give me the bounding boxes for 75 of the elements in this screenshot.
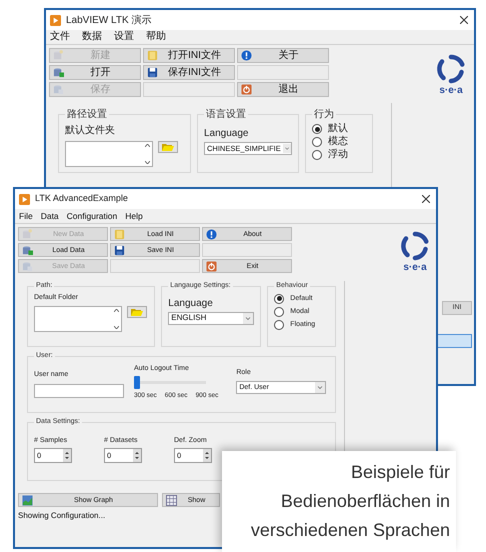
toolbar-button[interactable]: 打开INI文件 (143, 48, 235, 63)
database-icon (53, 67, 64, 78)
spinner-arrows-icon[interactable] (203, 449, 211, 462)
chart-icon (22, 494, 33, 506)
scroll-down-icon[interactable] (114, 326, 119, 329)
power-icon (241, 84, 252, 95)
menu-item[interactable]: Data (40, 212, 59, 220)
radio-label: 模态 (328, 137, 348, 147)
power-icon (206, 260, 217, 272)
path-field[interactable] (34, 306, 122, 332)
spinner-arrows-icon[interactable] (133, 449, 141, 462)
group-title: 路径设置 (66, 108, 108, 122)
field-label: 默认文件夹 (65, 124, 116, 138)
toolbar-button[interactable]: 保存INI文件 (143, 65, 235, 80)
info-icon (206, 228, 217, 240)
radio-label: 浮动 (328, 150, 348, 160)
caption-line: Bedienoberflächen in (280, 490, 450, 513)
language-dropdown[interactable]: ENGLISH (168, 312, 254, 324)
selected-field[interactable] (436, 334, 472, 348)
chevron-down-icon (282, 143, 291, 154)
book-icon (147, 50, 158, 61)
window-title: LTK AdvancedExample (35, 192, 128, 206)
radio-button[interactable] (274, 294, 284, 304)
database-icon (53, 84, 64, 95)
caption-line: verschiedenen Sprachen (250, 519, 450, 542)
close-icon[interactable] (422, 195, 430, 203)
menu-item[interactable]: Configuration (66, 212, 118, 220)
radio-button[interactable] (312, 150, 322, 160)
slider[interactable] (134, 376, 206, 389)
logo-text: s·e·a (439, 86, 463, 96)
spinner-arrows-icon[interactable] (63, 449, 71, 462)
path-field[interactable] (65, 141, 153, 167)
status-text: Showing Configuration... (17, 510, 106, 522)
menu-item[interactable]: 文件 (50, 32, 70, 42)
radio-button[interactable] (274, 320, 284, 330)
toolbar-button[interactable]: 退出 (237, 82, 329, 97)
logo-text: s·e·a (403, 263, 427, 273)
radio-button[interactable] (274, 306, 284, 316)
app-icon (19, 194, 30, 204)
user-name-field[interactable] (34, 384, 124, 398)
database-icon (22, 260, 33, 272)
caption-line: Beispiele für (350, 461, 450, 484)
book-icon (114, 228, 125, 240)
logo-icon (400, 231, 430, 261)
menu-item[interactable]: 帮助 (146, 32, 166, 42)
app-icon (50, 14, 61, 26)
radio-label: 默认 (328, 124, 348, 134)
slider-thumb[interactable] (134, 376, 140, 389)
chevron-down-icon (315, 382, 326, 393)
window-title: LabVIEW LTK 演示 (66, 14, 152, 28)
database-icon (53, 50, 64, 61)
scroll-down-icon[interactable] (145, 161, 150, 164)
field-label: Language (204, 127, 250, 141)
radio-button[interactable] (312, 124, 322, 134)
toolbar-button[interactable]: 关于 (237, 48, 329, 63)
table-icon (166, 494, 177, 506)
group-title: 语言设置 (205, 108, 247, 122)
scroll-up-icon[interactable] (145, 144, 150, 147)
chevron-down-icon (243, 312, 254, 324)
database-icon (22, 228, 33, 240)
field-label: Language (168, 296, 214, 310)
folder-icon (131, 308, 143, 316)
radio-button[interactable] (312, 137, 322, 147)
folder-icon (162, 143, 174, 151)
info-icon (241, 50, 252, 61)
menu-item[interactable]: Help (125, 212, 143, 220)
menu-item[interactable]: File (19, 212, 33, 220)
scroll-up-icon[interactable] (114, 309, 119, 312)
toolbar-button[interactable]: 打开 (49, 65, 141, 80)
close-icon[interactable] (460, 16, 468, 24)
logo-icon (436, 54, 466, 84)
group-title: 行为 (313, 108, 335, 122)
database-icon (22, 244, 33, 256)
menu-item[interactable]: 数据 (82, 32, 102, 42)
menu-item[interactable]: 设置 (114, 32, 134, 42)
